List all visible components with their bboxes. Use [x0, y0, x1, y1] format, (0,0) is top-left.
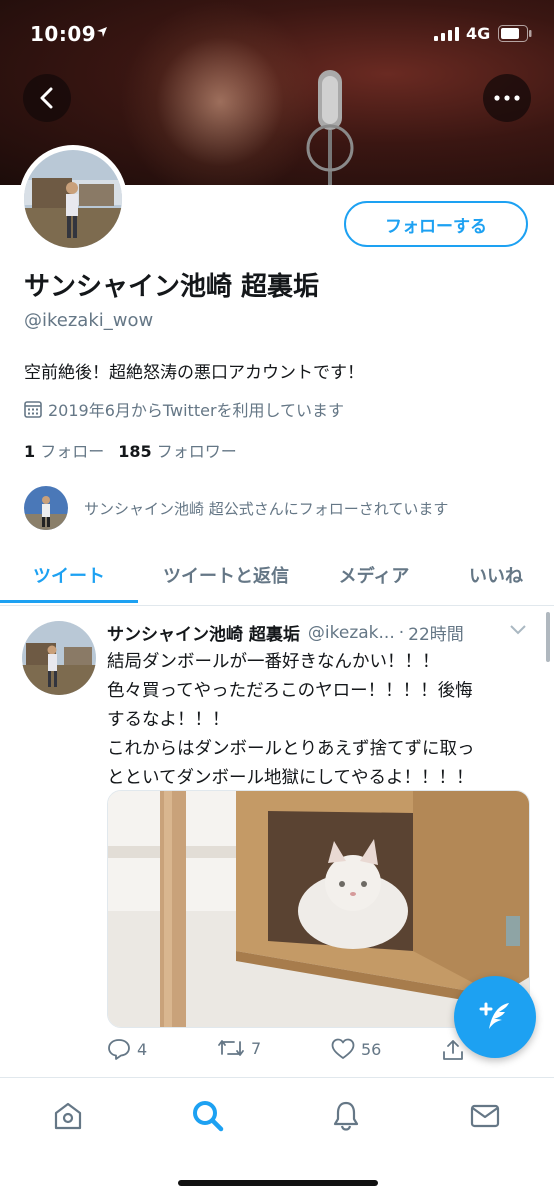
tweet-time: 22時間 [408, 625, 464, 645]
nav-search[interactable] [188, 1096, 228, 1136]
retweet-button[interactable]: 7 [217, 1038, 261, 1058]
follow-counts: 1 フォロー 185 フォロワー [24, 438, 237, 462]
followers-count: 185 [118, 442, 152, 461]
following-label: フォロー [40, 442, 105, 461]
profile-handle: @ikezaki_wow [24, 310, 154, 331]
status-time: 10:09 [30, 22, 97, 46]
followers-label: フォロワー [156, 442, 237, 461]
reply-button[interactable]: 4 [107, 1038, 147, 1060]
tweet-author-handle: @ikezak... [307, 622, 395, 643]
location-arrow-icon [97, 27, 107, 37]
back-button[interactable] [23, 74, 71, 122]
tab-tweets-and-replies[interactable]: ツイートと返信 [146, 546, 306, 604]
tweet-author-name[interactable]: サンシャイン池崎 超裏垢 [107, 620, 300, 645]
following-count: 1 [24, 442, 36, 461]
tweet-line: 色々買ってやっただろこのヤロー！！！！後悔 [107, 681, 473, 701]
profile-bio: 空前絶後！超絶怒涛の悪口アカウントです！ [24, 363, 364, 383]
banner-microphone [306, 70, 354, 185]
tweet-line: これからはダンボールとりあえず捨てずに取っ [107, 739, 475, 759]
tweet-line: するなよ！！！ [107, 710, 230, 730]
reply-icon [108, 1039, 130, 1060]
signal-icon [434, 27, 459, 41]
followed-by-text: サンシャイン池崎 超公式さんにフォローされています [84, 499, 449, 518]
profile-tabs: ツイート ツイートと返信 メディア いいね [0, 546, 554, 606]
scroll-indicator [546, 612, 550, 662]
battery-icon [498, 25, 532, 42]
status-bar: 10:09 4G [0, 0, 554, 70]
tweet-header: サンシャイン池崎 超裏垢 @ikezak... · 22時間 [107, 620, 527, 645]
tweet-line: 結局ダンボールが一番好きなんかい！！！ [107, 652, 440, 672]
nav-notifications[interactable] [326, 1096, 366, 1136]
nav-messages[interactable] [465, 1096, 505, 1136]
joined-text: 2019年6月からTwitterを利用しています [48, 401, 345, 420]
search-icon [193, 1101, 224, 1132]
chevron-down-icon[interactable] [509, 624, 527, 636]
followed-by-row[interactable]: サンシャイン池崎 超公式さんにフォローされています [24, 486, 448, 530]
follower-avatar [24, 486, 68, 530]
retweet-count: 7 [251, 1038, 262, 1058]
like-icon [331, 1038, 355, 1059]
back-arrow-icon [40, 87, 53, 109]
active-tab-indicator [0, 600, 138, 603]
tweet-text: 結局ダンボールが一番好きなんかい！！！ 色々買ってやっただろこのヤロー！！！！後… [107, 648, 527, 793]
tweet-line: とといてダンボール地獄にしてやるよ！！！！ [107, 768, 474, 788]
reply-count: 4 [137, 1039, 148, 1059]
followers-link[interactable]: 185 フォロワー [118, 442, 237, 461]
tweet-avatar[interactable] [22, 621, 96, 695]
profile-joined: 2019年6月からTwitterを利用しています [24, 397, 344, 421]
like-count: 56 [361, 1039, 382, 1059]
tab-likes[interactable]: いいね [446, 546, 546, 604]
retweet-icon [218, 1040, 244, 1056]
profile-avatar[interactable] [19, 145, 127, 253]
messages-icon [470, 1104, 500, 1128]
more-options-button[interactable] [483, 74, 531, 122]
tab-media[interactable]: メディア [318, 546, 430, 604]
home-icon [54, 1102, 82, 1130]
compose-tweet-button[interactable] [454, 976, 536, 1058]
tab-tweets[interactable]: ツイート [0, 546, 138, 604]
following-link[interactable]: 1 フォロー [24, 442, 104, 461]
like-button[interactable]: 56 [331, 1038, 381, 1060]
follow-button[interactable]: フォローする [344, 201, 528, 247]
calendar-icon [24, 401, 42, 418]
notifications-icon [333, 1101, 359, 1131]
profile-display-name: サンシャイン池崎 超裏垢 [24, 272, 320, 302]
more-dots-icon [494, 95, 520, 101]
network-type: 4G [466, 24, 491, 43]
tweet-dot: · [398, 622, 405, 643]
nav-home[interactable] [48, 1096, 88, 1136]
compose-tweet-icon [479, 1002, 509, 1029]
home-indicator[interactable] [178, 1180, 378, 1186]
